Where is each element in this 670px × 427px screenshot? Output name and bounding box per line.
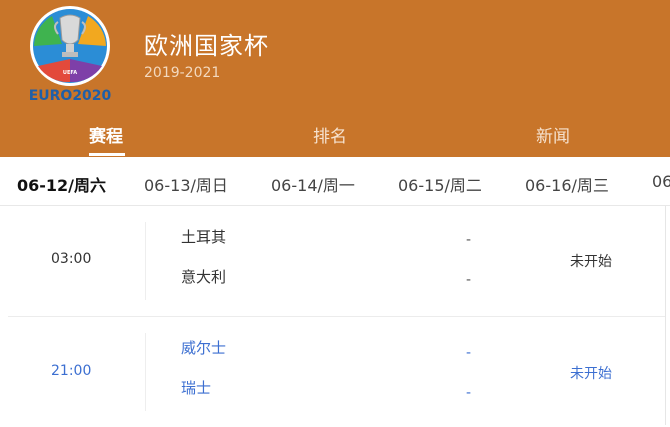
tab-news[interactable]: 新闻: [536, 122, 570, 147]
match-status: 未开始: [570, 254, 612, 270]
row-divider: [145, 222, 146, 300]
date-item[interactable]: 06-16/周三: [525, 172, 609, 196]
match-list: 03:00 土耳其 意大利 - - 未开始 21:00 威尔士 瑞士 - - 未…: [0, 206, 670, 427]
home-score: -: [466, 232, 472, 248]
match-time: 21:00: [51, 363, 92, 379]
home-team: 威尔士: [181, 339, 227, 357]
date-item[interactable]: 06-12/周六: [17, 172, 106, 196]
date-item[interactable]: 06: [652, 172, 670, 191]
home-score: -: [466, 345, 472, 361]
tab-rankings[interactable]: 排名: [313, 122, 347, 147]
away-team: 瑞士: [181, 379, 212, 397]
home-team: 土耳其: [181, 228, 227, 246]
date-selector: 06-12/周六 06-13/周日 06-14/周一 06-15/周二 06-1…: [0, 157, 670, 206]
tab-schedule[interactable]: 赛程: [89, 122, 123, 147]
svg-text:UEFA: UEFA: [63, 70, 77, 76]
away-team: 意大利: [181, 268, 227, 286]
match-status: 未开始: [570, 366, 612, 382]
match-row[interactable]: 21:00 威尔士 瑞士 - - 未开始: [8, 316, 665, 427]
app-header: UEFA EURO2020 欧洲国家杯 2019-2021 赛程 排名 新闻: [0, 0, 670, 157]
date-item[interactable]: 06-15/周二: [398, 172, 482, 196]
date-item[interactable]: 06-13/周日: [144, 172, 228, 196]
away-score: -: [466, 385, 472, 401]
active-tab-indicator: [89, 153, 125, 156]
match-time: 03:00: [51, 251, 92, 267]
season-subtitle: 2019-2021: [144, 65, 221, 81]
content-border: [665, 206, 666, 425]
svg-text:EURO2020: EURO2020: [29, 88, 112, 104]
away-score: -: [466, 272, 472, 288]
page-title: 欧洲国家杯: [144, 32, 269, 60]
match-row[interactable]: 03:00 土耳其 意大利 - - 未开始: [0, 206, 670, 316]
tab-bar: 赛程 排名 新闻: [0, 110, 670, 157]
euro2020-logo: UEFA EURO2020: [29, 6, 112, 104]
row-divider: [145, 333, 146, 411]
date-item[interactable]: 06-14/周一: [271, 172, 355, 196]
